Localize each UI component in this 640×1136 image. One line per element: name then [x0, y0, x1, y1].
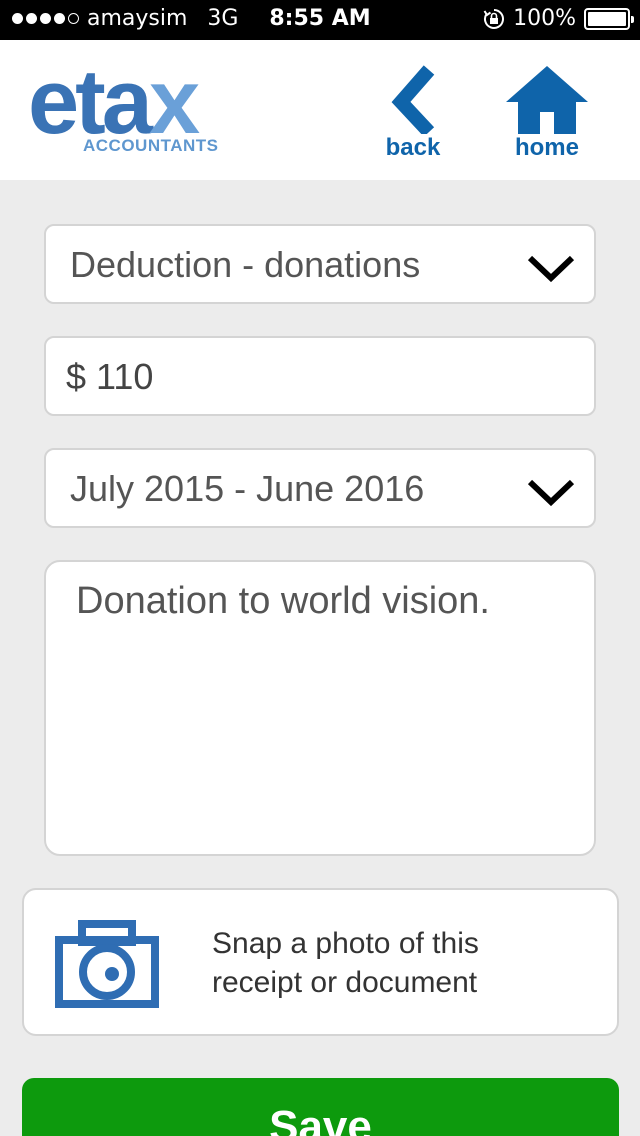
logo-wordmark: etax: [28, 51, 200, 153]
amount-input[interactable]: $ 110: [44, 336, 596, 416]
period-select[interactable]: July 2015 - June 2016: [44, 448, 596, 528]
logo-subtitle: ACCOUNTANTS: [83, 136, 219, 155]
category-select[interactable]: Deduction - donations: [44, 224, 596, 304]
snap-photo-button[interactable]: Snap a photo of this receipt or document: [22, 888, 619, 1036]
battery-percent: 100%: [513, 6, 576, 31]
home-button[interactable]: home: [502, 64, 592, 164]
back-arrow-icon: [391, 65, 435, 134]
chevron-down-icon: [527, 479, 575, 507]
rotation-lock-icon: [483, 8, 505, 29]
notes-textarea[interactable]: Donation to world vision.: [44, 560, 596, 856]
amount-value: $ 110: [66, 356, 154, 397]
back-label: back: [385, 134, 441, 161]
home-label: home: [514, 134, 579, 161]
chevron-down-icon: [527, 255, 575, 283]
save-label: Save: [269, 1102, 372, 1136]
status-bar: amaysim 3G 8:55 AM 100%: [0, 0, 640, 40]
period-value: July 2015 - June 2016: [70, 468, 425, 509]
home-icon: [506, 66, 588, 134]
etax-logo: etax ACCOUNTANTS: [28, 56, 228, 162]
back-button[interactable]: back: [368, 64, 458, 164]
camera-icon: [55, 920, 159, 1008]
notes-value: Donation to world vision.: [76, 580, 490, 622]
battery-icon: [584, 7, 634, 30]
status-right: 100%: [483, 6, 634, 31]
snap-photo-label: Snap a photo of this receipt or document: [212, 927, 479, 999]
save-button[interactable]: Save: [22, 1078, 619, 1136]
app-header: etax ACCOUNTANTS back home: [0, 40, 640, 180]
category-value: Deduction - donations: [70, 244, 421, 285]
